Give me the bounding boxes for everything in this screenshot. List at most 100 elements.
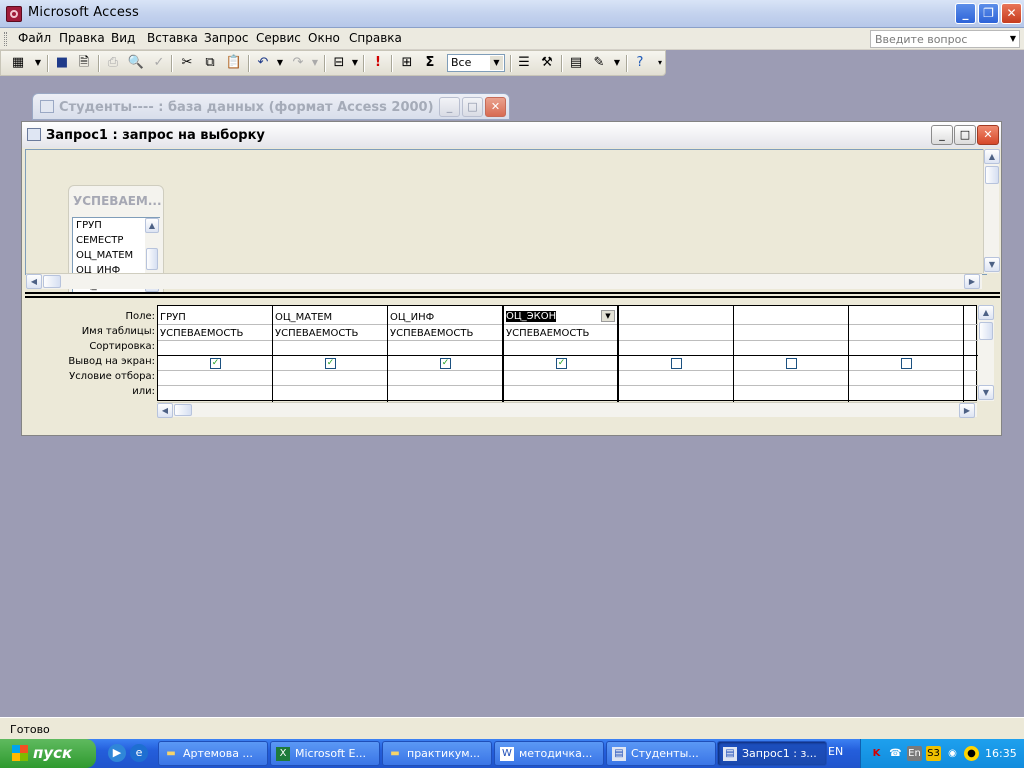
menu-grip[interactable] [4, 32, 7, 46]
save-icon[interactable]: ■ [53, 55, 71, 71]
access-app-icon[interactable] [6, 6, 22, 22]
table-cell[interactable]: УСПЕВАЕМОСТЬ [388, 328, 502, 339]
database-window[interactable]: Студенты---- : база данных (формат Acces… [32, 93, 510, 120]
db-close-button[interactable]: ✕ [485, 97, 506, 117]
show-checkbox[interactable]: ✓ [556, 358, 567, 369]
query-design-grid[interactable]: ГРУП УСПЕВАЕМОСТЬ ✓ ОЦ_МАТЕМ УСПЕВАЕМОСТ… [157, 305, 978, 402]
field-item[interactable]: ОЦ_МАТЕМ [76, 250, 133, 261]
spelling-icon[interactable]: ✓ [150, 55, 168, 71]
scroll-right-icon[interactable]: ▶ [964, 274, 980, 289]
menu-query[interactable]: Запрос [200, 31, 252, 45]
scroll-up-icon[interactable]: ▲ [984, 149, 1000, 164]
scroll-left-icon[interactable]: ◀ [26, 274, 42, 289]
grid-column[interactable]: ОЦ_МАТЕМ УСПЕВАЕМОСТЬ ✓ [273, 306, 388, 402]
minimize-button[interactable]: _ [955, 3, 976, 24]
grid-column[interactable] [619, 306, 734, 402]
print-icon[interactable]: ⎙ [104, 55, 122, 71]
redo-icon[interactable]: ↷ [289, 55, 307, 71]
redo-dropdown-icon[interactable]: ▼ [306, 55, 324, 71]
grid-hscroll[interactable]: ◀ ▶ [157, 402, 977, 418]
help-question-input[interactable]: Введите вопрос ▼ [870, 30, 1020, 48]
media-player-icon[interactable]: ▶ [108, 744, 126, 762]
grid-column[interactable] [849, 306, 964, 402]
taskbar-item[interactable]: Wметодичка... [494, 741, 604, 766]
internet-explorer-icon[interactable]: e [130, 744, 148, 762]
grid-column[interactable]: ГРУП УСПЕВАЕМОСТЬ ✓ [158, 306, 273, 402]
menu-window[interactable]: Окно [304, 31, 344, 45]
totals-icon[interactable]: Σ [421, 55, 439, 71]
field-cell[interactable]: ГРУП [158, 312, 272, 323]
taskbar-item[interactable]: ▬ Артемова ... [158, 741, 268, 766]
scroll-left-icon[interactable]: ◀ [157, 403, 173, 418]
field-cell[interactable]: ОЦ_ИНФ [388, 312, 502, 323]
taskbar-item[interactable]: ▬ практикум... [382, 741, 492, 766]
paste-icon[interactable]: 📋 [225, 55, 243, 71]
build-icon[interactable]: ⚒ [538, 55, 556, 71]
undo-dropdown-icon[interactable]: ▼ [271, 55, 289, 71]
grid-vscroll[interactable]: ▲ ▼ [978, 305, 994, 401]
show-checkbox[interactable] [901, 358, 912, 369]
field-item[interactable]: ГРУП [76, 220, 102, 231]
menu-view[interactable]: Вид [107, 31, 139, 45]
menu-edit[interactable]: Правка [55, 31, 109, 45]
field-cell[interactable]: ОЦ_МАТЕМ [273, 312, 387, 323]
db-minimize-button[interactable]: _ [439, 97, 460, 117]
query-type-dropdown-icon[interactable]: ▼ [346, 55, 364, 71]
run-icon[interactable]: ! [369, 55, 387, 71]
view-icon[interactable]: ▦ [9, 55, 27, 71]
grid-column[interactable]: ОЦ_ИНФ УСПЕВАЕМОСТЬ ✓ [388, 306, 503, 402]
help-icon[interactable]: ? [631, 55, 649, 71]
clock[interactable]: 16:35 [985, 747, 1017, 760]
scroll-thumb[interactable] [174, 404, 192, 416]
new-object-dropdown-icon[interactable]: ▼ [608, 55, 626, 71]
scroll-thumb[interactable] [43, 275, 61, 288]
show-checkbox[interactable] [671, 358, 682, 369]
shield-icon[interactable]: ◉ [945, 746, 960, 761]
table-pane-hscroll[interactable]: ◀ ▶ [26, 273, 982, 289]
query-close-button[interactable]: ✕ [977, 125, 999, 145]
database-window-icon[interactable]: ▤ [567, 55, 585, 71]
kaspersky-icon[interactable]: K [869, 746, 884, 761]
view-dropdown-icon[interactable]: ▼ [29, 55, 47, 71]
taskbar-item[interactable]: ▤ Студенты... [606, 741, 716, 766]
table-pane-vscroll[interactable]: ▲ ▼ [983, 149, 1000, 273]
grid-column[interactable] [734, 306, 849, 402]
scroll-thumb[interactable] [979, 322, 993, 340]
table-name[interactable]: УСПЕВАЕМ... [73, 194, 161, 208]
show-checkbox[interactable]: ✓ [440, 358, 451, 369]
phone-icon[interactable]: ☎ [888, 746, 903, 761]
undo-icon[interactable]: ↶ [254, 55, 272, 71]
show-checkbox[interactable]: ✓ [325, 358, 336, 369]
app-tray-icon[interactable]: S3 [926, 746, 941, 761]
menu-tools[interactable]: Сервис [252, 31, 305, 45]
scroll-thumb[interactable] [985, 166, 999, 184]
chevron-down-icon[interactable]: ▼ [490, 56, 503, 70]
taskbar-item-active[interactable]: ▤ Запрос1 : з... [717, 741, 827, 766]
table-cell[interactable]: УСПЕВАЕМОСТЬ [504, 328, 618, 339]
properties-icon[interactable]: ☰ [515, 55, 533, 71]
field-cell-value[interactable]: ОЦ_ЭКОН [506, 311, 557, 322]
print-preview-icon[interactable]: 🔍 [127, 55, 145, 71]
network-icon[interactable]: ● [964, 746, 979, 761]
db-maximize-button[interactable]: □ [462, 97, 483, 117]
taskbar-item[interactable]: X Microsoft E... [270, 741, 380, 766]
scroll-right-icon[interactable]: ▶ [959, 403, 975, 418]
language-indicator[interactable]: EN [828, 745, 843, 758]
scroll-up-icon[interactable]: ▲ [978, 305, 994, 320]
table-cell[interactable]: УСПЕВАЕМОСТЬ [273, 328, 387, 339]
query-maximize-button[interactable]: □ [954, 125, 976, 145]
table-pane[interactable]: УСПЕВАЕМ... ГРУП СЕМЕСТР ОЦ_МАТЕМ ОЦ_ИНФ… [25, 149, 987, 295]
grid-column-selected[interactable]: ОЦ_ЭКОН ▼ УСПЕВАЕМОСТЬ ✓ [503, 306, 619, 402]
field-cell[interactable]: ОЦ_ЭКОН [504, 311, 557, 322]
toolbar-options-icon[interactable]: ▾ [651, 55, 669, 71]
scroll-up-icon[interactable]: ▲ [145, 218, 159, 233]
restore-button[interactable]: ❐ [978, 3, 999, 24]
menu-help[interactable]: Справка [345, 31, 406, 45]
table-cell[interactable]: УСПЕВАЕМОСТЬ [158, 328, 272, 339]
start-button[interactable]: пуск [0, 739, 96, 768]
cut-icon[interactable]: ✂ [178, 55, 196, 71]
close-button[interactable]: ✕ [1001, 3, 1022, 24]
keyboard-layout-icon[interactable]: En [907, 746, 922, 761]
pane-splitter[interactable] [25, 292, 1000, 298]
scroll-down-icon[interactable]: ▼ [984, 257, 1000, 272]
